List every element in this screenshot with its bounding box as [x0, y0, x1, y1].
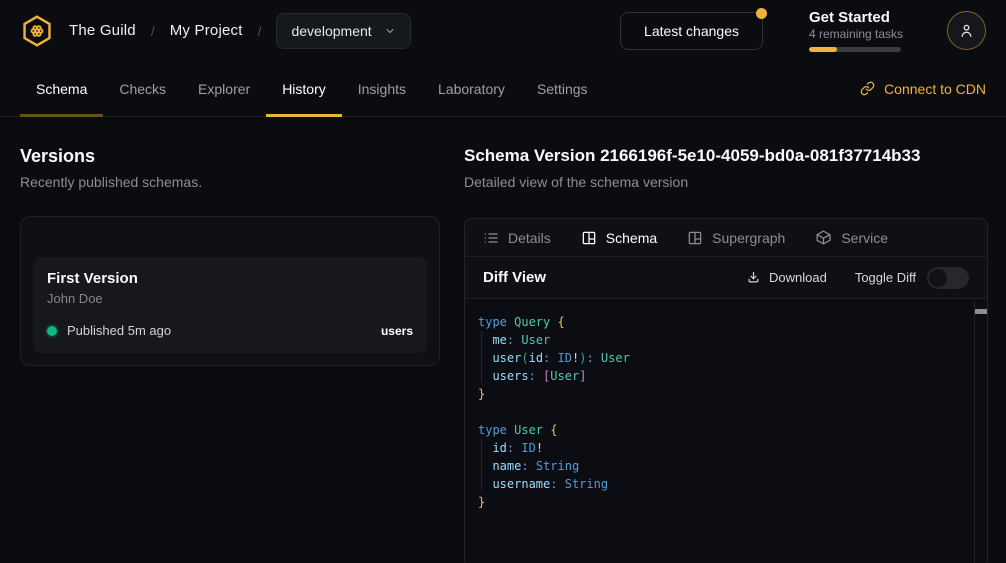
progress-fill: [809, 47, 837, 52]
code-line: name: String: [478, 457, 974, 475]
version-status: Published 5m ago: [47, 323, 171, 338]
toggle-diff-switch[interactable]: [927, 267, 969, 289]
panel-tab-schema[interactable]: Schema: [581, 230, 657, 246]
code-line: type Query {: [478, 313, 974, 331]
panel-tab-label: Details: [508, 230, 551, 246]
code-scrollbar[interactable]: [974, 299, 987, 563]
primary-tabs: SchemaChecksExplorerHistoryInsightsLabor…: [20, 61, 604, 116]
version-name: First Version: [47, 270, 413, 287]
list-icon: [483, 230, 499, 246]
diff-view-title: Diff View: [483, 269, 546, 286]
breadcrumb-project[interactable]: My Project: [170, 22, 243, 39]
code-block[interactable]: type Query { me: User user(id: ID!): Use…: [465, 299, 974, 563]
get-started-remaining-tasks: 4 remaining tasks: [809, 27, 901, 42]
diff-view-toolbar: Diff View Download Toggle Diff: [465, 257, 987, 299]
hive-logo-icon[interactable]: [20, 14, 54, 48]
download-icon: [746, 270, 761, 285]
panel-tab-service[interactable]: Service: [815, 229, 888, 246]
nav-tab-explorer[interactable]: Explorer: [182, 61, 266, 116]
columns-icon: [687, 230, 703, 246]
code-line: type User {: [478, 421, 974, 439]
code-line: [478, 403, 974, 421]
service-name-badge: users: [381, 324, 413, 338]
code-line: user(id: ID!): User: [478, 349, 974, 367]
versions-subtitle: Recently published schemas.: [20, 174, 440, 190]
switch-knob: [929, 269, 947, 287]
schema-version-panel: Schema Version 2166196f-5e10-4059-bd0a-0…: [464, 145, 988, 563]
person-icon: [958, 22, 975, 39]
main-content: Versions Recently published schemas. Fir…: [0, 117, 1006, 563]
indent-guide: [481, 439, 482, 490]
code-line: me: User: [478, 331, 974, 349]
code-line: users: [User]: [478, 367, 974, 385]
schema-version-subtitle: Detailed view of the schema version: [464, 174, 988, 190]
get-started-title: Get Started: [809, 9, 901, 27]
get-started-progress-bar: [809, 47, 901, 52]
breadcrumb-org[interactable]: The Guild: [69, 22, 136, 39]
notification-dot: [756, 8, 767, 19]
link-icon: [860, 81, 875, 96]
chevron-down-icon: [384, 25, 396, 37]
breadcrumb-separator: /: [258, 23, 262, 39]
nav-tab-schema[interactable]: Schema: [20, 61, 103, 116]
panel-tab-label: Service: [841, 230, 888, 246]
panel-tab-supergraph[interactable]: Supergraph: [687, 230, 785, 246]
nav-tab-settings[interactable]: Settings: [521, 61, 604, 116]
primary-nav: SchemaChecksExplorerHistoryInsightsLabor…: [0, 61, 1006, 117]
code-line: }: [478, 493, 974, 511]
environment-selector-value: development: [291, 23, 371, 39]
latest-changes-button[interactable]: Latest changes: [620, 12, 763, 50]
version-list-item[interactable]: First Version John Doe Published 5m ago …: [33, 257, 427, 353]
schema-version-title: Schema Version 2166196f-5e10-4059-bd0a-0…: [464, 145, 988, 167]
schema-code-area: type Query { me: User user(id: ID!): Use…: [465, 299, 987, 563]
code-line: username: String: [478, 475, 974, 493]
code-line: id: ID!: [478, 439, 974, 457]
nav-tab-insights[interactable]: Insights: [342, 61, 422, 116]
panel-tab-details[interactable]: Details: [483, 230, 551, 246]
columns-icon: [581, 230, 597, 246]
user-avatar[interactable]: [947, 11, 986, 50]
panel-tab-label: Supergraph: [712, 230, 785, 246]
code-scrollbar-thumb[interactable]: [975, 309, 987, 314]
breadcrumb-separator: /: [151, 23, 155, 39]
code-line: }: [478, 385, 974, 403]
versions-list-card: First Version John Doe Published 5m ago …: [20, 216, 440, 366]
download-button[interactable]: Download: [746, 270, 827, 285]
nav-tab-laboratory[interactable]: Laboratory: [422, 61, 521, 116]
connect-to-cdn-link[interactable]: Connect to CDN: [860, 61, 986, 116]
schema-version-box: Details Schema Supergraph Service Diff View…: [464, 218, 988, 563]
version-author: John Doe: [47, 291, 413, 306]
nav-tab-checks[interactable]: Checks: [103, 61, 182, 116]
versions-panel: Versions Recently published schemas. Fir…: [20, 145, 440, 563]
top-header: The Guild / My Project / development Lat…: [0, 0, 1006, 61]
published-status-dot-icon: [47, 326, 57, 336]
schema-view-tabs: Details Schema Supergraph Service: [465, 219, 987, 257]
indent-guide: [481, 331, 482, 382]
toggle-diff-label: Toggle Diff: [855, 270, 916, 285]
panel-tab-label: Schema: [606, 230, 657, 246]
versions-title: Versions: [20, 145, 440, 167]
nav-tab-history[interactable]: History: [266, 61, 342, 116]
cube-icon: [815, 229, 832, 246]
environment-selector[interactable]: development: [276, 13, 410, 49]
version-status-text: Published 5m ago: [67, 323, 171, 338]
get-started-widget[interactable]: Get Started 4 remaining tasks: [809, 9, 901, 52]
